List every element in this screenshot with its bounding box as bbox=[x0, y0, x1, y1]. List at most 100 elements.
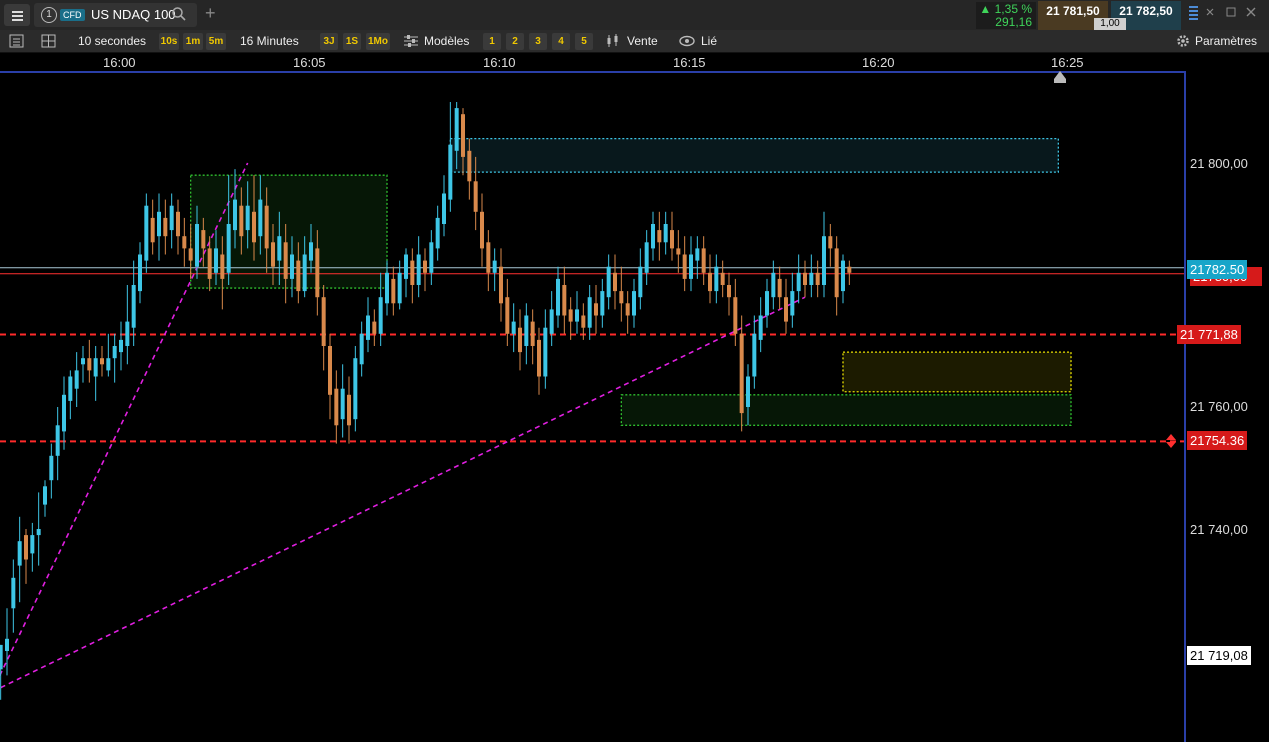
candle-body bbox=[5, 638, 9, 651]
instrument-name[interactable]: US NDAQ 100 bbox=[91, 7, 176, 22]
candle-body bbox=[106, 358, 111, 371]
candle-body bbox=[182, 236, 187, 249]
candle-body bbox=[391, 278, 396, 304]
models-menu[interactable]: Modèles bbox=[424, 33, 469, 49]
candle-body bbox=[93, 358, 98, 377]
range-1s[interactable]: 1S bbox=[343, 33, 361, 50]
level-1-tag[interactable]: 21 771,88 bbox=[1177, 325, 1241, 344]
change-points: 291,16 bbox=[995, 15, 1032, 29]
candle-body bbox=[11, 577, 16, 609]
range-dropdown[interactable]: 16 Minutes bbox=[240, 33, 299, 49]
candle-body bbox=[467, 150, 472, 182]
range-3j[interactable]: 3J bbox=[320, 33, 338, 50]
candle-body bbox=[416, 254, 421, 285]
candle-body bbox=[632, 291, 636, 316]
layout-4[interactable]: 4 bbox=[552, 33, 570, 50]
candle-body bbox=[581, 315, 586, 328]
panel-list-icon[interactable] bbox=[8, 33, 26, 49]
add-tab-icon[interactable]: + bbox=[205, 3, 216, 24]
tab-number: 1 bbox=[41, 7, 57, 23]
candle-body bbox=[822, 236, 826, 285]
candle-body bbox=[315, 248, 320, 298]
candle-body bbox=[429, 242, 434, 273]
candle-body bbox=[150, 217, 155, 243]
candle-body bbox=[55, 425, 60, 456]
candle-body bbox=[340, 388, 345, 420]
candle-body bbox=[17, 541, 22, 566]
candle-body bbox=[169, 205, 174, 231]
interval-5m[interactable]: 5m bbox=[206, 33, 226, 50]
candle-body bbox=[328, 346, 332, 395]
candle-body bbox=[739, 333, 744, 414]
candle-body bbox=[226, 224, 231, 273]
candle-body bbox=[100, 358, 104, 365]
candles-icon bbox=[607, 34, 618, 47]
candle-body bbox=[714, 266, 719, 292]
interval-dropdown[interactable]: 10 secondes bbox=[78, 33, 146, 49]
yellow-zone bbox=[842, 351, 1072, 393]
gear-icon[interactable] bbox=[1174, 33, 1192, 49]
candle-body bbox=[587, 297, 592, 328]
candle-body bbox=[163, 217, 168, 237]
grid-layout-icon[interactable] bbox=[40, 33, 58, 49]
candle-body bbox=[157, 211, 161, 237]
price-chart[interactable] bbox=[0, 71, 1184, 742]
drag-handle-icon[interactable] bbox=[1164, 433, 1178, 449]
candle-body bbox=[549, 309, 554, 334]
candle-body bbox=[372, 321, 377, 334]
candle-body bbox=[765, 291, 769, 316]
candle-body bbox=[410, 260, 415, 285]
candle-body bbox=[657, 230, 662, 243]
current-time-marker[interactable] bbox=[1054, 71, 1066, 79]
candle-body bbox=[347, 394, 351, 426]
candle-body bbox=[828, 236, 833, 249]
sell-button[interactable]: Vente bbox=[627, 33, 658, 49]
quantity-field[interactable]: 1,00 bbox=[1094, 18, 1126, 30]
search-icon[interactable] bbox=[172, 7, 186, 21]
candle-body bbox=[0, 644, 3, 670]
layout-1[interactable]: 1 bbox=[483, 33, 501, 50]
time-tick: 16:20 bbox=[862, 55, 895, 70]
candle-body bbox=[803, 272, 807, 285]
layout-3[interactable]: 3 bbox=[529, 33, 547, 50]
candle-body bbox=[784, 297, 788, 322]
layout-5[interactable]: 5 bbox=[575, 33, 593, 50]
settings-button[interactable]: Paramètres bbox=[1195, 33, 1257, 49]
candle-body bbox=[663, 224, 668, 243]
resistance-zone bbox=[449, 137, 1059, 173]
candle-body bbox=[600, 291, 605, 316]
candle-body bbox=[207, 248, 212, 279]
range-1mo[interactable]: 1Mo bbox=[366, 33, 390, 50]
candle-body bbox=[752, 333, 757, 377]
candle-body bbox=[264, 205, 269, 249]
candle-body bbox=[239, 205, 244, 237]
level-2-tag[interactable]: 21754.36 bbox=[1187, 431, 1248, 450]
candle-body bbox=[524, 315, 529, 346]
candle-body bbox=[473, 181, 478, 212]
candle-body bbox=[676, 248, 681, 255]
candle-body bbox=[777, 278, 782, 298]
candle-body bbox=[220, 254, 225, 279]
candle-body bbox=[727, 285, 731, 298]
candle-body bbox=[277, 236, 282, 261]
candle-body bbox=[790, 291, 795, 316]
candle-body bbox=[321, 297, 326, 346]
candle-body bbox=[511, 321, 516, 334]
interval-10s[interactable]: 10s bbox=[159, 33, 179, 50]
candle-body bbox=[771, 272, 776, 298]
candle-body bbox=[625, 303, 630, 316]
candle-body bbox=[594, 303, 598, 316]
menu-icon[interactable] bbox=[4, 4, 30, 26]
candle-body bbox=[644, 242, 649, 273]
candle-body bbox=[397, 272, 402, 304]
linked-button[interactable]: Lié bbox=[701, 33, 717, 49]
layout-2[interactable]: 2 bbox=[506, 33, 524, 50]
candle-body bbox=[841, 260, 845, 292]
window-controls bbox=[1189, 6, 1256, 20]
list-icon bbox=[1189, 6, 1198, 8]
interval-1m[interactable]: 1m bbox=[183, 33, 203, 50]
candle-body bbox=[834, 248, 839, 298]
candle-body bbox=[353, 358, 358, 420]
sliders-icon[interactable] bbox=[402, 33, 420, 49]
candle-body bbox=[758, 315, 763, 340]
